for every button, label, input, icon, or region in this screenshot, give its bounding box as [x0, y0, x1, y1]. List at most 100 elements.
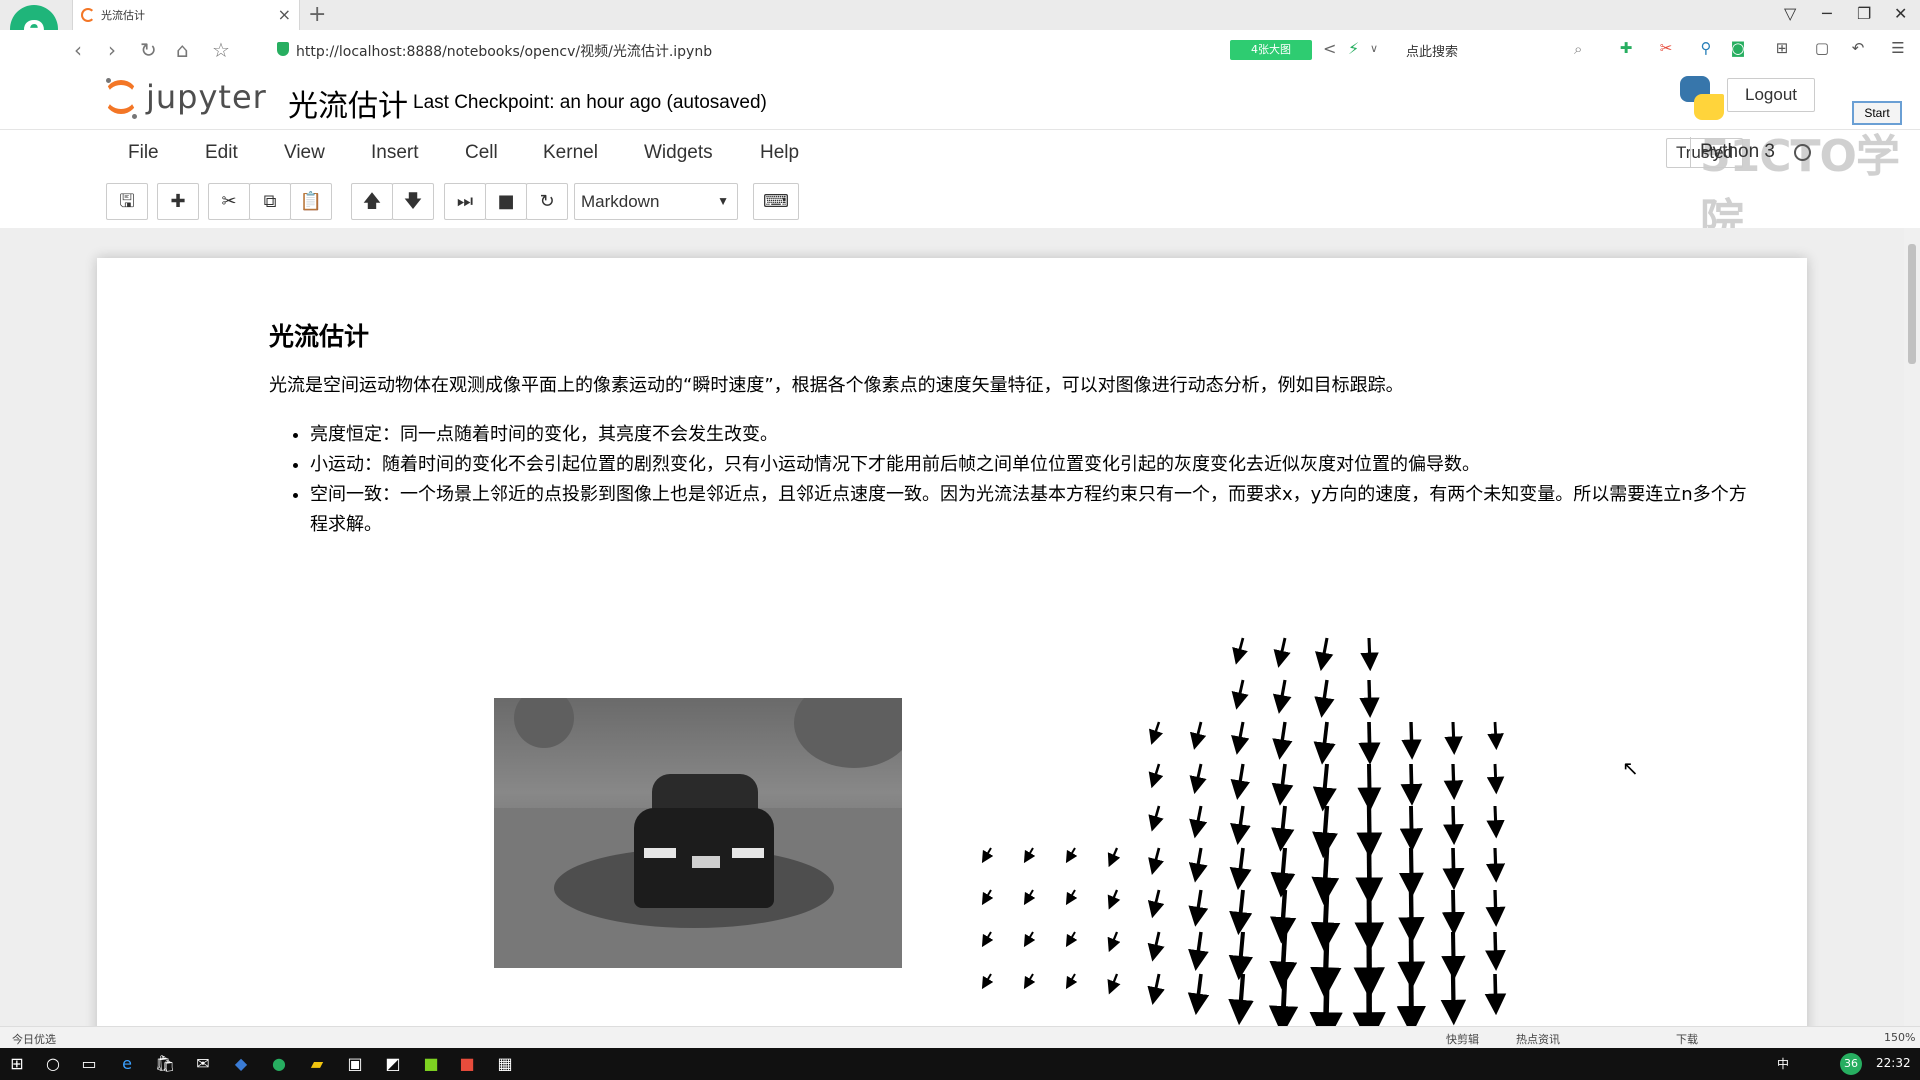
big-picture-button[interactable]: 4张大图: [1230, 40, 1312, 60]
refresh-icon[interactable]: ↻: [140, 38, 157, 62]
browser-skin-icon[interactable]: ▽: [1784, 4, 1796, 23]
menu-icon[interactable]: ☰: [1889, 39, 1907, 57]
scrollbar-thumb[interactable]: [1908, 244, 1916, 364]
url-field[interactable]: http://localhost:8888/notebooks/opencv/视…: [296, 41, 712, 61]
flow-arrow: [1231, 679, 1249, 710]
status-download[interactable]: 下载: [1676, 1031, 1698, 1047]
flow-arrow: [1313, 721, 1336, 765]
status-today-picks[interactable]: 今日优选: [12, 1031, 56, 1047]
save-icon[interactable]: 🖫: [106, 183, 148, 220]
flow-arrow: [1230, 805, 1251, 846]
flow-arrow: [1023, 973, 1036, 990]
flow-arrow: [1272, 679, 1292, 714]
maximize-button[interactable]: ❐: [1857, 4, 1871, 23]
secure-shield-icon: [277, 42, 289, 56]
flow-arrow: [1398, 889, 1425, 944]
menu-widgets[interactable]: Widgets: [644, 142, 713, 164]
close-window-button[interactable]: ✕: [1894, 4, 1907, 23]
flow-arrow: [1188, 847, 1208, 883]
status-quick-cut[interactable]: 快剪辑: [1446, 1031, 1479, 1047]
search-icon[interactable]: ⌕: [1574, 40, 1582, 58]
address-bar: ‹ › ↻ ⌂ ☆ http://localhost:8888/notebook…: [0, 30, 1920, 70]
translate-extension-icon[interactable]: ✚: [1617, 39, 1635, 57]
restart-icon[interactable]: ↻: [526, 183, 568, 220]
file-explorer-icon[interactable]: ▰: [306, 1053, 328, 1075]
bookmark-star-icon[interactable]: ☆: [212, 38, 230, 62]
app-window-icon[interactable]: ▣: [344, 1053, 366, 1075]
windows-start-icon[interactable]: ⊞: [6, 1053, 28, 1075]
flow-arrow: [1312, 805, 1338, 859]
cell-type-select[interactable]: Markdown ▼: [574, 183, 738, 220]
cortana-search-icon[interactable]: ○: [42, 1053, 64, 1075]
menu-file[interactable]: File: [128, 142, 159, 164]
start-button[interactable]: Start: [1852, 101, 1902, 125]
ime-indicator[interactable]: 中: [1772, 1053, 1794, 1075]
store-icon[interactable]: 🛍: [154, 1053, 176, 1075]
flow-arrow: [981, 973, 994, 990]
flow-arrow: [1023, 847, 1036, 864]
chat-extension-icon[interactable]: ◙: [1729, 39, 1747, 57]
sidebar-icon[interactable]: ▢: [1813, 39, 1831, 57]
task-view-icon[interactable]: ▭: [78, 1053, 100, 1075]
kernel-name[interactable]: Python 3: [1700, 141, 1775, 163]
app-gallery-icon[interactable]: ▦: [494, 1053, 516, 1075]
status-hot-news[interactable]: 热点资讯: [1516, 1031, 1560, 1047]
stop-icon[interactable]: ■: [485, 183, 527, 220]
list-item: 小运动：随着时间的变化不会引起位置的剧烈变化，只有小运动情况下才能用前后帧之间单…: [310, 450, 1750, 480]
paste-icon[interactable]: 📋: [290, 183, 332, 220]
back-icon[interactable]: ‹: [74, 38, 82, 62]
list-item: 亮度恒定：同一点随着时间的变化，其亮度不会发生改变。: [310, 420, 1750, 450]
browser-tab[interactable]: 光流估计 ×: [72, 0, 300, 30]
search-extension-icon[interactable]: ⚲: [1697, 39, 1715, 57]
keyboard-icon[interactable]: ⌨: [753, 183, 799, 220]
menu-kernel[interactable]: Kernel: [543, 142, 598, 164]
tab-close-button[interactable]: ×: [278, 5, 291, 24]
browser-status-bar: 今日优选 快剪辑 热点资讯 下载 150%: [0, 1026, 1920, 1048]
undo-icon[interactable]: ↶: [1849, 39, 1867, 57]
new-tab-button[interactable]: +: [308, 2, 326, 27]
chevron-down-icon[interactable]: ∨: [1370, 42, 1378, 55]
minimize-button[interactable]: ─: [1822, 4, 1832, 23]
page-scrollbar[interactable]: [1904, 228, 1920, 1026]
search-box[interactable]: 点此搜索 ⌕: [1404, 38, 1594, 62]
menu-cell[interactable]: Cell: [465, 142, 498, 164]
menubar: File Edit View Insert Cell Kernel Widget…: [106, 131, 1813, 175]
edge-browser-icon[interactable]: e: [116, 1053, 138, 1075]
menu-help[interactable]: Help: [760, 142, 799, 164]
home-icon[interactable]: ⌂: [176, 38, 189, 62]
forward-icon[interactable]: ›: [108, 38, 116, 62]
status-zoom[interactable]: 150%: [1884, 1031, 1915, 1044]
browser-360-icon[interactable]: ●: [268, 1053, 290, 1075]
menu-insert[interactable]: Insert: [371, 142, 419, 164]
flow-arrow: [1485, 931, 1506, 972]
mail-icon[interactable]: ✉: [192, 1053, 214, 1075]
app-green-icon[interactable]: ■: [420, 1053, 442, 1075]
run-icon[interactable]: ⏭: [444, 183, 486, 220]
app-red-icon[interactable]: ■: [456, 1053, 478, 1075]
copy-icon[interactable]: ⧉: [249, 183, 291, 220]
apps-grid-icon[interactable]: ⊞: [1773, 39, 1791, 57]
notebook-name[interactable]: 光流估计: [288, 81, 408, 125]
windows-taskbar: ⊞ ○ ▭ e 🛍 ✉ ◆ ● ▰ ▣ ◩ ■ ■ ▦ 中 36 22:32: [0, 1048, 1920, 1080]
app-chart-icon[interactable]: ◩: [382, 1053, 404, 1075]
plus-icon[interactable]: ✚: [157, 183, 199, 220]
jupyter-logo[interactable]: jupyter: [104, 76, 266, 122]
markdown-cell[interactable]: 光流估计 光流是空间运动物体在观测成像平面上的像素运动的“瞬时速度”，根据各个像…: [97, 258, 1807, 1058]
taskbar-clock[interactable]: 22:32: [1876, 1056, 1911, 1070]
share-icon[interactable]: <: [1323, 39, 1336, 58]
arrow-down-icon[interactable]: 🡇: [392, 183, 434, 220]
cut-icon[interactable]: ✂: [208, 183, 250, 220]
flow-arrow: [1232, 637, 1248, 665]
flow-arrow: [1360, 637, 1379, 672]
menu-edit[interactable]: Edit: [205, 142, 238, 164]
lightning-icon[interactable]: ⚡: [1348, 39, 1359, 58]
search-input[interactable]: 点此搜索: [1406, 41, 1458, 60]
arrow-up-icon[interactable]: 🡅: [351, 183, 393, 220]
flow-arrow: [1486, 763, 1505, 795]
flow-arrow: [1189, 721, 1207, 750]
scissors-extension-icon[interactable]: ✂: [1657, 39, 1675, 57]
logout-button[interactable]: Logout: [1727, 78, 1815, 112]
vscode-icon[interactable]: ◆: [230, 1053, 252, 1075]
notebook-area: 光流估计 光流是空间运动物体在观测成像平面上的像素运动的“瞬时速度”，根据各个像…: [0, 228, 1904, 1058]
menu-view[interactable]: View: [284, 142, 325, 164]
